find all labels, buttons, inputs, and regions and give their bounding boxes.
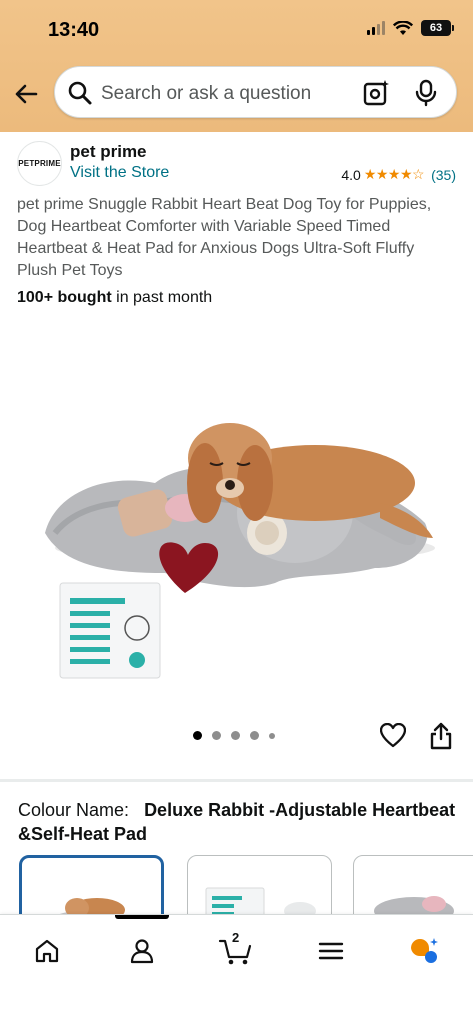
store-name: pet prime bbox=[70, 142, 147, 161]
bought-count-rest: in past month bbox=[111, 289, 213, 306]
share-icon[interactable] bbox=[430, 722, 452, 750]
bought-count: 100+ bought in past month bbox=[17, 289, 212, 307]
image-carousel-dots[interactable] bbox=[193, 731, 275, 740]
nav-account[interactable] bbox=[122, 933, 162, 969]
bottom-navigation: 2 bbox=[0, 914, 473, 1025]
carousel-dot[interactable] bbox=[269, 732, 275, 739]
store-logo[interactable]: PETPRIME bbox=[17, 141, 62, 186]
home-icon bbox=[35, 939, 59, 963]
product-image[interactable] bbox=[35, 333, 438, 688]
search-input[interactable]: Search or ask a question bbox=[101, 83, 311, 105]
visit-store-link[interactable]: Visit the Store bbox=[70, 164, 169, 182]
carousel-dot[interactable] bbox=[193, 731, 202, 740]
star-rating-icon: ★★★★☆ bbox=[363, 166, 425, 182]
product-title: pet prime Snuggle Rabbit Heart Beat Dog … bbox=[17, 196, 432, 279]
cellular-signal-icon bbox=[367, 21, 385, 35]
app-header: 13:40 63 Search or ask a question bbox=[0, 0, 473, 132]
rufus-assistant-icon bbox=[411, 938, 438, 963]
carousel-dot[interactable] bbox=[250, 731, 259, 740]
wifi-icon bbox=[393, 20, 413, 35]
status-time: 13:40 bbox=[48, 19, 100, 41]
microphone-icon[interactable] bbox=[414, 79, 438, 107]
nav-home[interactable] bbox=[27, 933, 67, 969]
rating-count[interactable]: (35) bbox=[431, 167, 456, 183]
back-arrow-icon[interactable] bbox=[12, 80, 40, 108]
menu-icon bbox=[318, 942, 344, 960]
carousel-dot[interactable] bbox=[231, 731, 240, 740]
rating-value: 4.0 bbox=[341, 166, 361, 183]
camera-lens-icon[interactable] bbox=[362, 79, 390, 107]
account-icon bbox=[130, 939, 154, 964]
rating-summary[interactable]: 4.0 ★★★★☆ (35) bbox=[341, 166, 456, 183]
section-divider bbox=[0, 779, 473, 782]
colour-variation: Colour Name: Deluxe Rabbit -Adjustable H… bbox=[18, 798, 458, 846]
search-bar[interactable]: Search or ask a question bbox=[54, 66, 457, 118]
active-tab-indicator bbox=[115, 915, 169, 919]
bought-count-bold: 100+ bought bbox=[17, 289, 112, 306]
battery-icon: 63 bbox=[421, 20, 454, 36]
status-icons: 63 bbox=[367, 20, 454, 36]
search-icon bbox=[68, 81, 92, 105]
nav-rufus[interactable] bbox=[404, 933, 444, 969]
carousel-dot[interactable] bbox=[212, 731, 221, 740]
wishlist-heart-icon[interactable] bbox=[380, 723, 406, 749]
nav-cart[interactable]: 2 bbox=[216, 930, 256, 969]
cart-count: 2 bbox=[232, 930, 240, 945]
store-row: PETPRIME pet prime Visit the Store 4.0 ★… bbox=[0, 140, 473, 186]
nav-menu[interactable] bbox=[311, 933, 351, 969]
colour-label: Colour Name: bbox=[18, 800, 130, 820]
